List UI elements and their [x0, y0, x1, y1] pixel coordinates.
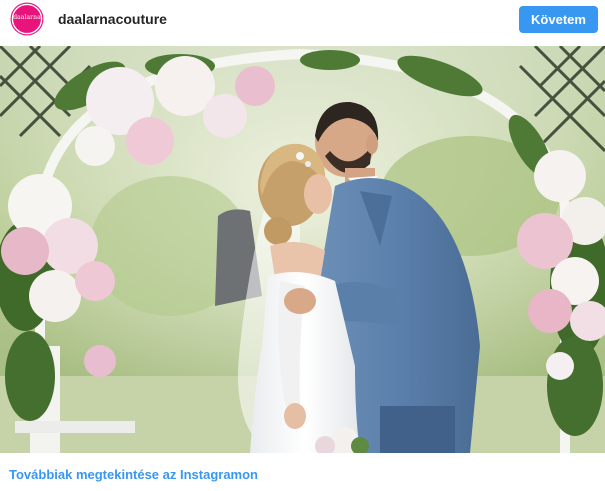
avatar-logo-text: daalarna: [13, 14, 41, 21]
post-header: daalarna daalarnacouture Követem: [0, 0, 605, 45]
post-photo[interactable]: [0, 46, 605, 453]
wedding-photo-image: [0, 46, 605, 453]
instagram-embed: daalarna daalarnacouture Követem További…: [0, 0, 605, 491]
follow-button[interactable]: Követem: [519, 6, 598, 33]
username-link[interactable]: daalarnacouture: [58, 11, 167, 27]
profile-avatar[interactable]: daalarna: [10, 2, 44, 36]
view-more-instagram-link[interactable]: Továbbiak megtekintése az Instagramon: [9, 467, 258, 482]
